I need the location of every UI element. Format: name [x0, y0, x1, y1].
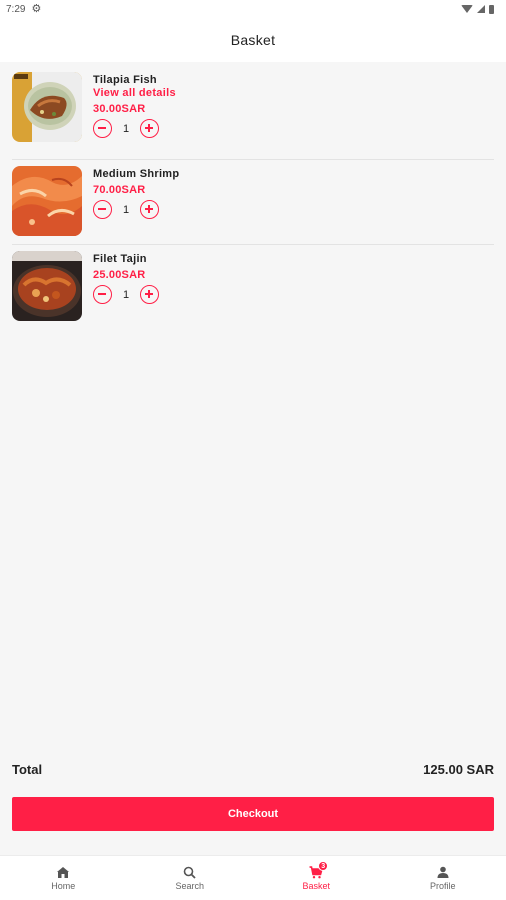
increase-quantity-button[interactable] [140, 119, 159, 138]
quantity-stepper: 1 [93, 200, 179, 219]
total-row: Total 125.00 SAR [12, 762, 494, 777]
decrease-quantity-button[interactable] [93, 200, 112, 219]
checkout-button[interactable]: Checkout [12, 797, 494, 831]
item-quantity: 1 [122, 203, 130, 216]
total-label: Total [12, 762, 43, 777]
item-quantity: 1 [122, 288, 130, 301]
nav-item-basket[interactable]: 3 Basket [253, 856, 380, 900]
app-bar: Basket [0, 18, 506, 62]
increase-quantity-button[interactable] [140, 200, 159, 219]
nav-item-search[interactable]: Search [127, 856, 254, 900]
nav-item-home[interactable]: Home [0, 856, 127, 900]
battery-icon [489, 4, 494, 14]
decrease-quantity-button[interactable] [93, 285, 112, 304]
item-name: Tilapia Fish [93, 74, 157, 86]
nav-label-profile: Profile [429, 881, 456, 891]
status-right [461, 4, 494, 14]
item-name: Medium Shrimp [93, 168, 180, 180]
quantity-stepper: 1 [93, 119, 176, 138]
basket-list: Tilapia Fish View all details 30.00SAR 1 [0, 66, 506, 330]
nav-label-search: Search [175, 881, 205, 891]
item-price: 70.00SAR [93, 184, 146, 196]
total-value: 125.00 SAR [423, 762, 494, 777]
gear-icon: ⚙ [31, 2, 42, 15]
tilapia-fish-image[interactable] [12, 72, 82, 142]
search-icon [183, 865, 196, 879]
item-info: Tilapia Fish View all details 30.00SAR 1 [93, 72, 176, 138]
cart-icon: 3 [309, 861, 329, 879]
nav-item-profile[interactable]: Profile [380, 856, 506, 900]
basket-item-medium-shrimp: Medium Shrimp 70.00SAR 1 [12, 160, 494, 245]
wifi-icon [461, 5, 473, 13]
page-title: Basket [230, 32, 276, 48]
medium-shrimp-image[interactable] [12, 166, 82, 236]
signal-icon [477, 5, 485, 13]
basket-item-filet-tajin: Filet Tajin 25.00SAR 1 [12, 245, 494, 330]
nav-label-basket: Basket [302, 881, 330, 891]
nav-label-home: Home [51, 881, 76, 891]
item-price: 30.00SAR [93, 103, 146, 115]
quantity-stepper: 1 [93, 285, 159, 304]
item-price: 25.00SAR [93, 269, 146, 281]
view-details-link[interactable]: View all details [93, 87, 176, 99]
decrease-quantity-button[interactable] [93, 119, 112, 138]
status-left: 7:29 ⚙ [6, 2, 42, 15]
item-info: Medium Shrimp 70.00SAR 1 [93, 166, 179, 219]
basket-item-tilapia-fish: Tilapia Fish View all details 30.00SAR 1 [12, 66, 494, 160]
person-icon [437, 865, 449, 879]
filet-tajin-image[interactable] [12, 251, 82, 321]
home-icon [56, 865, 70, 879]
status-bar: 7:29 ⚙ [0, 0, 506, 18]
status-time: 7:29 [6, 3, 26, 15]
increase-quantity-button[interactable] [140, 285, 159, 304]
item-name: Filet Tajin [93, 253, 147, 265]
bottom-nav: Home Search 3 Basket Profile [0, 855, 506, 900]
cart-badge: 3 [318, 861, 329, 871]
item-quantity: 1 [122, 122, 130, 135]
item-info: Filet Tajin 25.00SAR 1 [93, 251, 159, 304]
